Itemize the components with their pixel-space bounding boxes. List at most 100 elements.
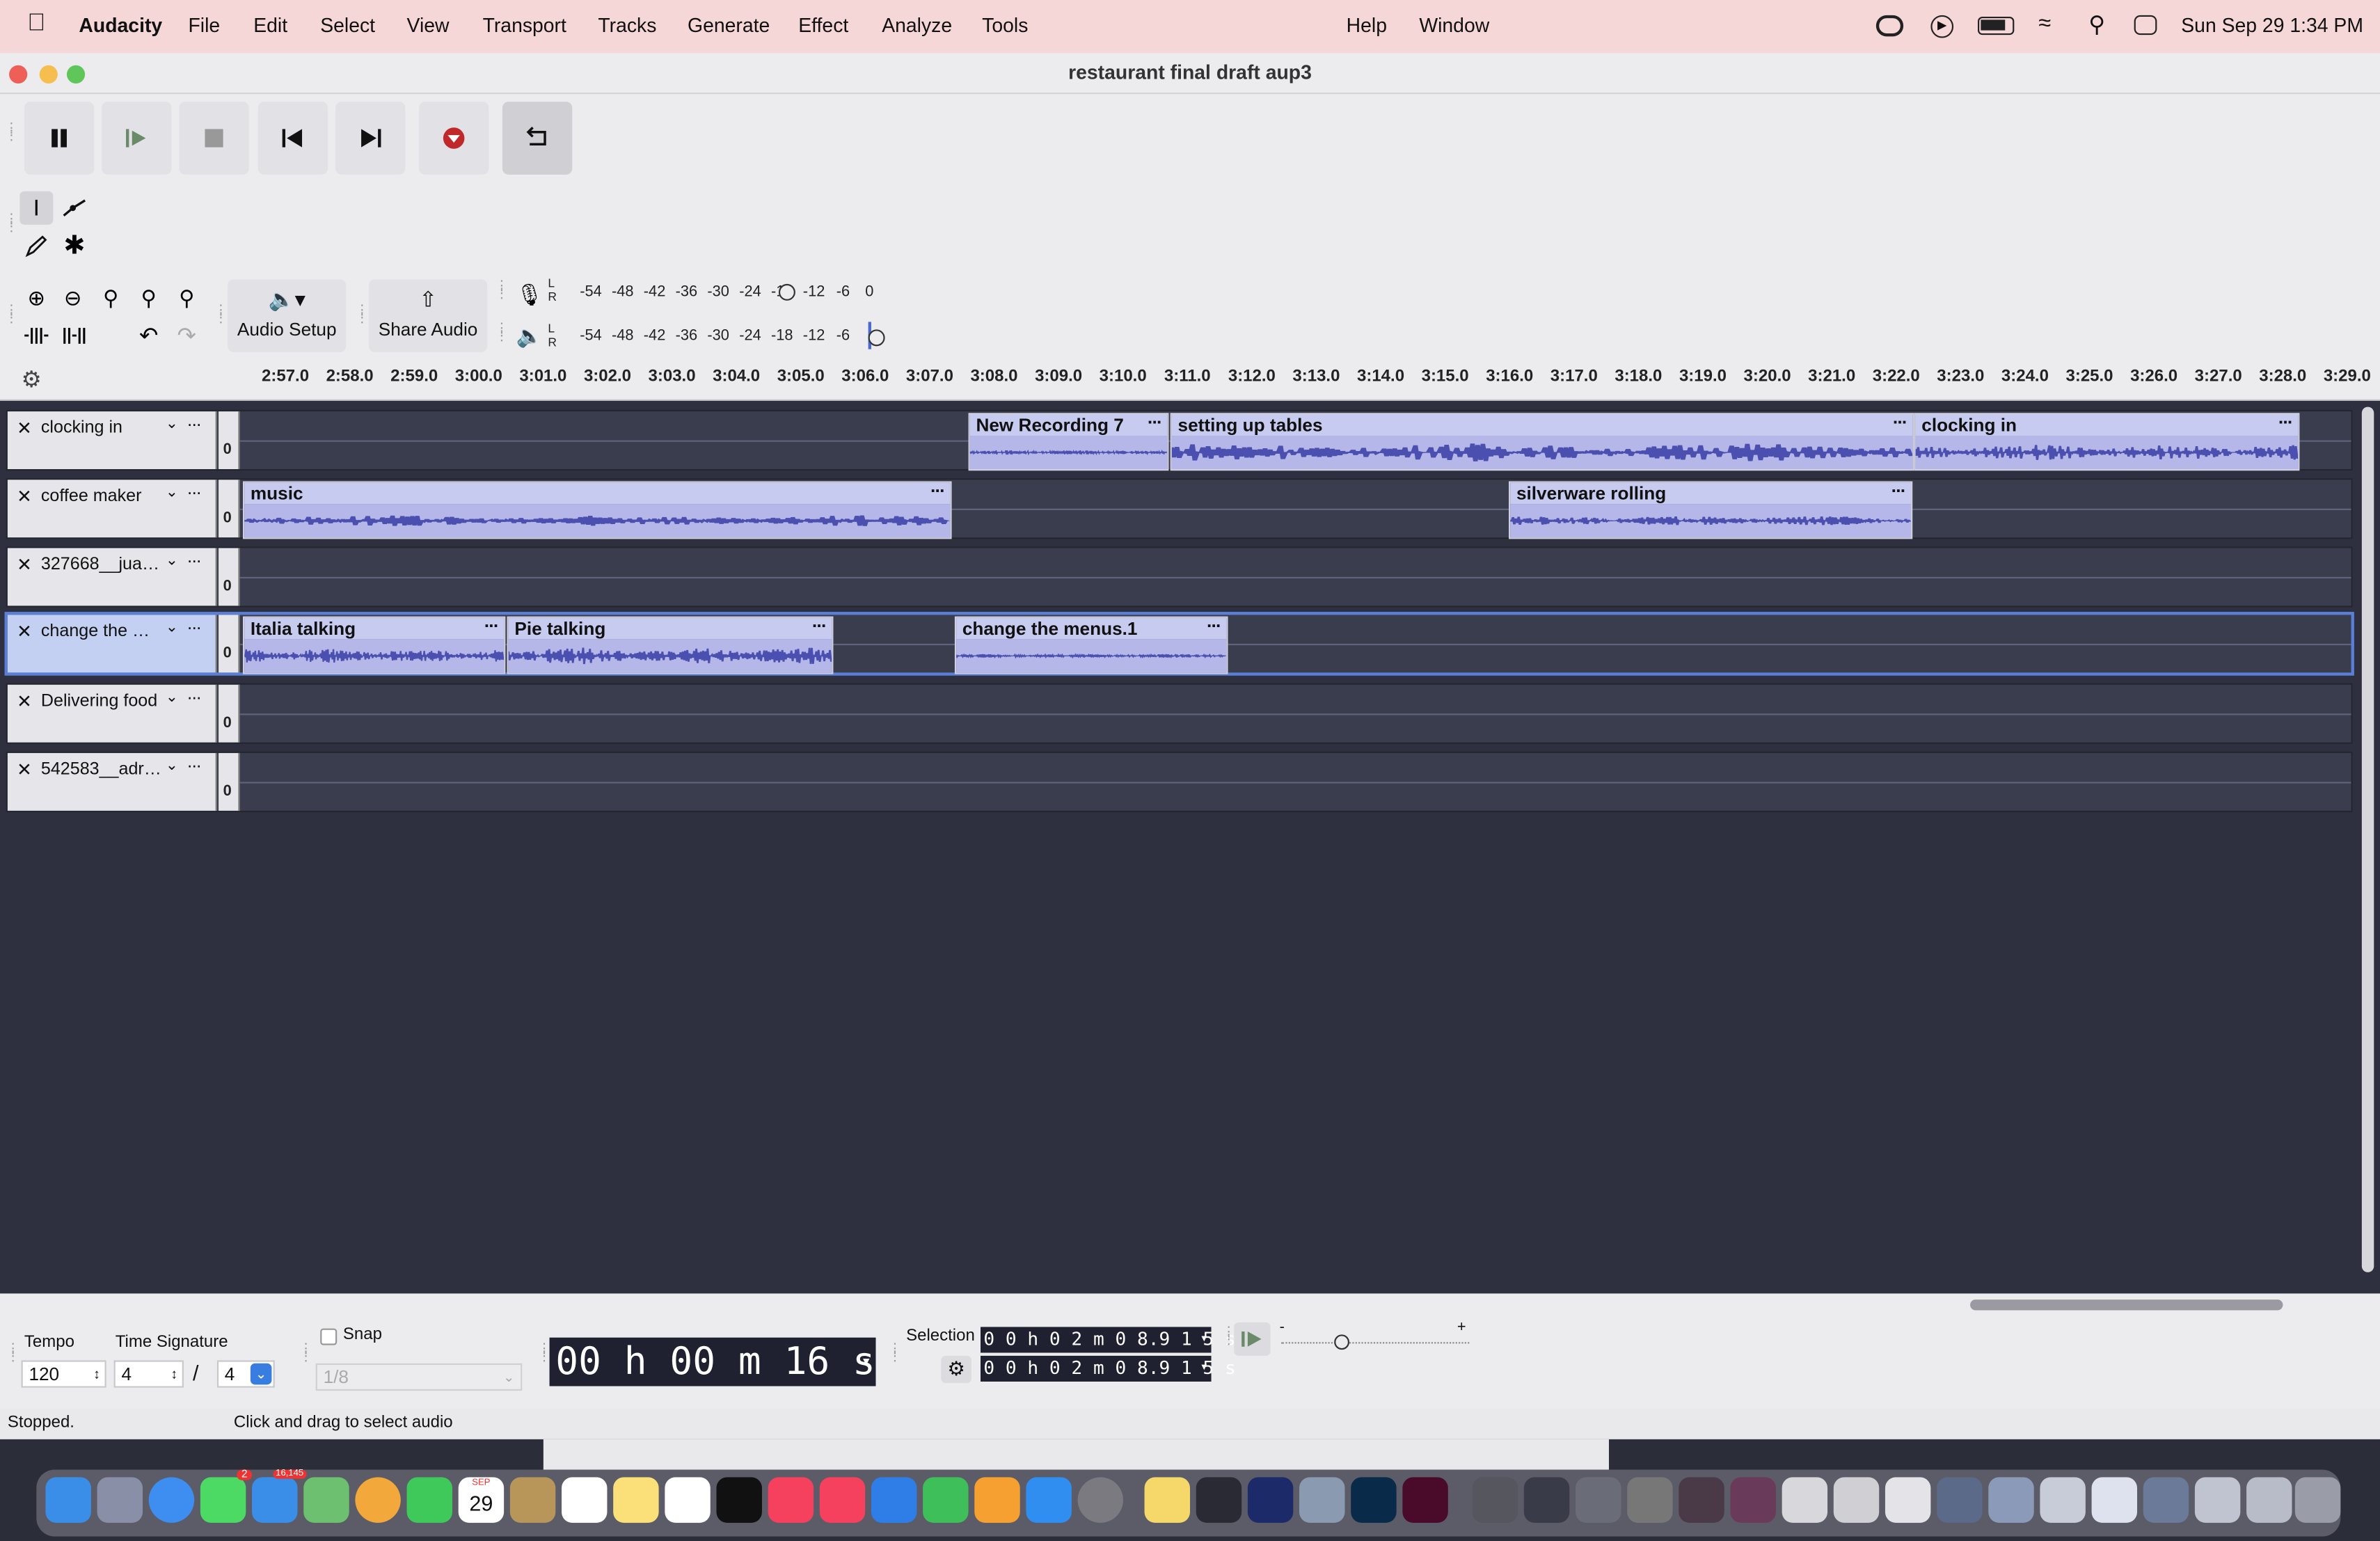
close-track-icon[interactable]: ✕: [17, 759, 32, 781]
track-body[interactable]: [239, 753, 2351, 811]
multi-tool[interactable]: ✱: [58, 229, 91, 262]
menu-tracks[interactable]: Tracks: [598, 14, 656, 37]
time-signature-numerator-input[interactable]: 4 ↕: [113, 1360, 184, 1388]
track-menu-icon[interactable]: ···: [187, 550, 202, 571]
pages-icon[interactable]: [974, 1477, 1020, 1523]
play-at-speed-grip-icon[interactable]: ⋮ ⋮: [1222, 1325, 1236, 1346]
safari-icon[interactable]: [148, 1477, 195, 1523]
audacity-icon[interactable]: [1247, 1477, 1294, 1523]
audio-clip[interactable]: New Recording 7 ···: [968, 413, 1169, 471]
selection-start-field[interactable]: 0 0 h 0 2 m 0 8.9 1 5 s ▾: [981, 1327, 1236, 1353]
snap-grip-icon[interactable]: ⋮ ⋮: [299, 1341, 313, 1363]
clip-waveform[interactable]: [956, 639, 1227, 673]
track-name[interactable]: clocking in: [41, 419, 162, 437]
chevron-down-icon[interactable]: ▾: [1200, 1356, 1208, 1382]
stickies-icon[interactable]: [1144, 1477, 1190, 1523]
zoom-toggle-button[interactable]: ⚲: [170, 281, 203, 315]
numbers-icon[interactable]: [923, 1477, 969, 1523]
time-display[interactable]: 00 h 00 m 16 s ▾: [549, 1337, 876, 1386]
play-button[interactable]: [102, 102, 172, 175]
share-grip-icon[interactable]: ⋮ ⋮: [355, 303, 369, 324]
menu-app-name[interactable]: Audacity: [79, 14, 162, 37]
clip-header[interactable]: silverware rolling ···: [1510, 483, 1912, 505]
minimized-window-thumbnail[interactable]: [2091, 1477, 2138, 1523]
system-settings-icon[interactable]: [1077, 1477, 1124, 1523]
timer-grip-icon[interactable]: ⋮ ⋮: [537, 1341, 551, 1363]
record-meter[interactable]: -54 -48 -42 -36 -30 -24 -1 -12 -6 0: [562, 276, 883, 310]
menu-file[interactable]: File: [188, 14, 220, 37]
menu-help[interactable]: Help: [1347, 14, 1387, 37]
clip-waveform[interactable]: [1510, 504, 1912, 538]
notes-icon[interactable]: [613, 1477, 659, 1523]
speaker-meter-icon[interactable]: 🔈: [516, 324, 543, 349]
audio-clip[interactable]: setting up tables ···: [1170, 413, 1914, 471]
microphone-icon[interactable]: 🎙: [516, 283, 544, 308]
clip-waveform[interactable]: [969, 436, 1168, 470]
clip-menu-icon[interactable]: ···: [1148, 414, 1163, 432]
mail-icon[interactable]: 16,145: [252, 1469, 307, 1523]
control-center-icon[interactable]: [2134, 15, 2157, 35]
track-name[interactable]: coffee maker: [41, 487, 162, 505]
audio-clip[interactable]: clocking in ···: [1914, 413, 2300, 471]
track-vertical-scale[interactable]: 0: [219, 480, 240, 538]
zoom-in-button[interactable]: ⊕: [19, 281, 53, 315]
stop-button[interactable]: [179, 102, 249, 175]
toolbar-grip-icon[interactable]: ⋮ ⋮: [5, 120, 19, 142]
spotlight-search-icon[interactable]: ⚲: [2088, 10, 2105, 38]
menu-analyze[interactable]: Analyze: [882, 14, 952, 37]
snap-checkbox[interactable]: [320, 1328, 338, 1345]
track-menu-icon[interactable]: ···: [187, 754, 202, 776]
track[interactable]: ✕ 542583__adr1... ⌄ ··· 0: [6, 751, 2353, 812]
clip-menu-icon[interactable]: ···: [1891, 483, 1907, 501]
skip-to-end-button[interactable]: [335, 102, 406, 175]
close-track-icon[interactable]: ✕: [17, 621, 32, 642]
edit-grip-icon[interactable]: ⋮ ⋮: [5, 303, 19, 324]
photos-icon[interactable]: [355, 1477, 401, 1523]
stepper-icon[interactable]: ↕: [170, 1362, 177, 1386]
play-at-speed-button[interactable]: [1234, 1322, 1271, 1356]
timeline-ruler[interactable]: ⚙ 2:57.0 2:58.0 2:59.0 3:00.0 3:01.0 3:02.0 3:…: [0, 358, 2380, 401]
track-body[interactable]: music ··· silverware rolling ···: [239, 480, 2351, 539]
track-name[interactable]: 327668__juan...: [41, 555, 162, 574]
menu-view[interactable]: View: [407, 14, 450, 37]
track-menu-icon[interactable]: ···: [187, 686, 202, 708]
playback-speed-knob[interactable]: [1334, 1334, 1350, 1350]
track-control-panel[interactable]: ✕ change the me... ⌄ ···: [7, 615, 217, 673]
clip-header[interactable]: Italia talking ···: [244, 618, 505, 640]
track-area[interactable]: ✕ clocking in ⌄ ··· 0 New Recording 7 ···…: [0, 400, 2380, 1294]
clip-header[interactable]: music ···: [244, 483, 951, 505]
track-control-panel[interactable]: ✕ Delivering food ⌄ ···: [7, 684, 217, 743]
clip-header[interactable]: setting up tables ···: [1171, 414, 1913, 436]
audio-clip[interactable]: Italia talking ···: [242, 616, 506, 674]
track-body[interactable]: Italia talking ··· Pie talking ··· change …: [239, 615, 2351, 674]
apple-tv-icon[interactable]: [716, 1477, 762, 1523]
skip-to-start-button[interactable]: [257, 102, 328, 175]
messages-icon[interactable]: 2: [200, 1469, 253, 1523]
selection-tool[interactable]: I: [19, 191, 54, 225]
launchpad-icon[interactable]: [97, 1477, 143, 1523]
clip-waveform[interactable]: [1171, 436, 1913, 470]
track-vertical-scale[interactable]: 0: [219, 411, 240, 470]
minimized-window-thumbnail[interactable]: [1833, 1477, 1880, 1523]
calendar-icon[interactable]: SEP 29: [458, 1477, 505, 1523]
clip-waveform[interactable]: [244, 504, 951, 538]
track-control-panel[interactable]: ✕ clocking in ⌄ ···: [7, 411, 217, 470]
maps-icon[interactable]: [303, 1477, 349, 1523]
track-menu-icon[interactable]: ···: [187, 413, 202, 434]
menu-effect[interactable]: Effect: [798, 14, 848, 37]
close-track-icon[interactable]: ✕: [17, 690, 32, 712]
chevron-down-icon[interactable]: ⌄: [250, 1363, 272, 1385]
clip-waveform[interactable]: [508, 639, 832, 673]
clip-menu-icon[interactable]: ···: [484, 618, 500, 636]
minimized-window-thumbnail[interactable]: [1730, 1477, 1776, 1523]
time-signature-denominator-select[interactable]: 4 ⌄: [216, 1360, 275, 1388]
minimized-window-thumbnail[interactable]: [2143, 1477, 2189, 1523]
track-menu-icon[interactable]: ···: [187, 481, 202, 503]
minimized-window-thumbnail[interactable]: [1988, 1477, 2034, 1523]
chevron-down-icon[interactable]: ⌄: [166, 757, 178, 774]
clip-header[interactable]: clocking in ···: [1915, 414, 2299, 436]
clip-menu-icon[interactable]: ···: [1893, 414, 1908, 432]
track-vertical-scale[interactable]: 0: [219, 684, 240, 743]
clip-header[interactable]: change the menus.1 ···: [956, 618, 1227, 640]
track-vertical-scale[interactable]: 0: [219, 548, 240, 606]
